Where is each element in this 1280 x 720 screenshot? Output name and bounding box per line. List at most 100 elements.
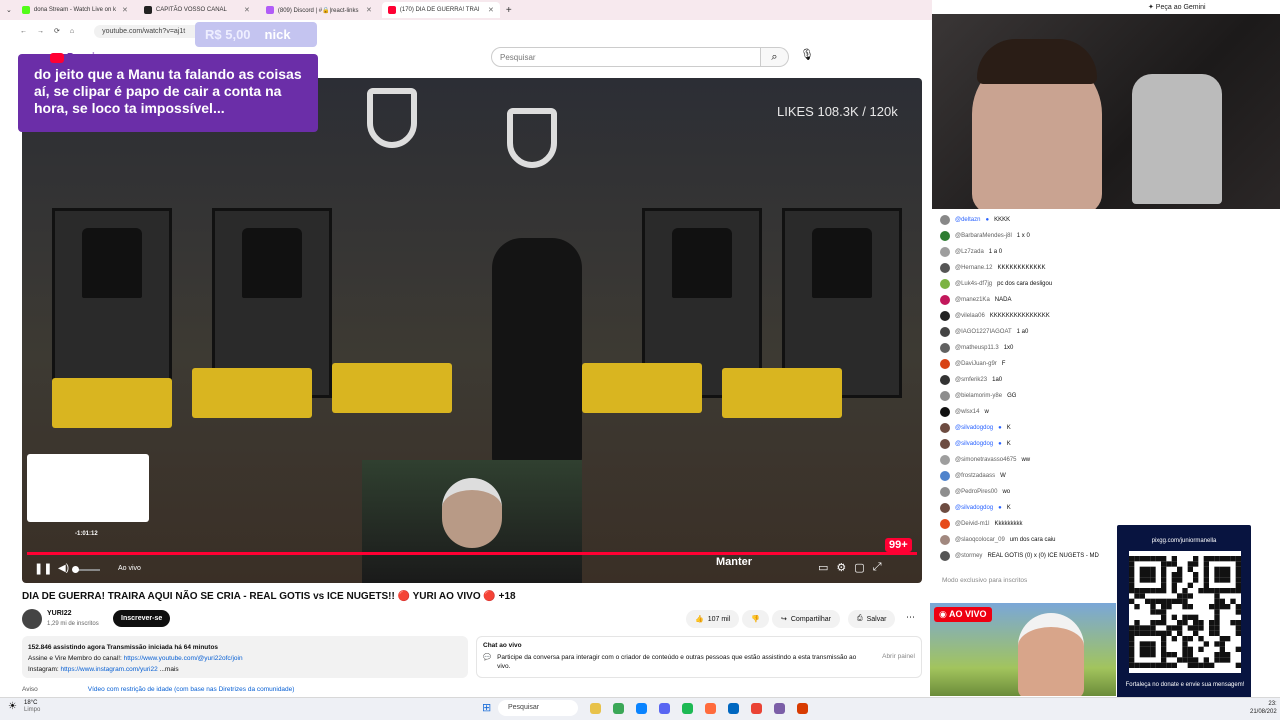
chat-avatar[interactable] [940, 263, 950, 273]
taskbar-search[interactable]: Pesquisar [498, 700, 578, 716]
chat-author[interactable]: @simonetravasso4675 [955, 457, 1016, 463]
taskbar-app-icon[interactable] [659, 703, 670, 714]
taskbar-app-icon[interactable] [636, 703, 647, 714]
chat-author[interactable]: @stormey [955, 553, 982, 559]
chat-author[interactable]: @vilelaa06 [955, 313, 985, 319]
chat-avatar[interactable] [940, 311, 950, 321]
chat-author[interactable]: @frostzadaass [955, 473, 995, 479]
chat-avatar[interactable] [940, 439, 950, 449]
youtube-logo[interactable]: Premium [50, 52, 110, 63]
close-tab-icon[interactable]: ✕ [488, 6, 494, 14]
browser-tab[interactable]: (170) DIA DE GUERRA! TRAI ✕ [381, 2, 500, 18]
chat-avatar[interactable] [940, 519, 950, 529]
chat-avatar[interactable] [940, 455, 950, 465]
chat-author[interactable]: @Deivid-m1l [955, 521, 989, 527]
chat-author[interactable]: @silvadogdog [955, 425, 993, 431]
search-input[interactable]: Pesquisar [491, 47, 761, 67]
microphone-icon[interactable]: 🎙 [800, 48, 814, 61]
taskbar-app-icon[interactable] [705, 703, 716, 714]
close-tab-icon[interactable]: ✕ [366, 6, 372, 14]
chat-author[interactable]: @bielamorim-y8e [955, 393, 1002, 399]
channel-avatar[interactable] [22, 609, 42, 629]
browser-tab[interactable]: (809) Discord | #🔒|react-links ✕ [260, 2, 378, 18]
back-icon[interactable]: ← [20, 28, 27, 35]
share-button[interactable]: ↪ Compartilhar [772, 610, 840, 628]
chat-author[interactable]: @BarbaraMendes-j8l [955, 233, 1012, 239]
chat-avatar[interactable] [940, 487, 950, 497]
chat-avatar[interactable] [940, 423, 950, 433]
instagram-link[interactable]: https://www.instagram.com/yuri22 [61, 666, 158, 673]
volume-knob[interactable] [72, 566, 79, 573]
chat-avatar[interactable] [940, 327, 950, 337]
chat-author[interactable]: @wlsx14 [955, 409, 979, 415]
taskbar-app-icon[interactable] [751, 703, 762, 714]
open-panel-button[interactable]: Abrir painel [882, 653, 915, 671]
chat-author[interactable]: @silvadogdog [955, 441, 993, 447]
chat-avatar[interactable] [940, 295, 950, 305]
chat-author[interactable]: @IAGO1227IAGOAT [955, 329, 1012, 335]
home-icon[interactable]: ⌂ [70, 28, 74, 35]
weather-widget[interactable]: 18°C Limpo [24, 700, 40, 714]
chat-avatar[interactable] [940, 247, 950, 257]
chat-avatar[interactable] [940, 359, 950, 369]
video-player[interactable]: LIKES 108.3K / 120k -1:01:12 99+ ❚❚ ◀) A… [22, 78, 922, 583]
channel-name[interactable]: YURI22 [47, 610, 72, 617]
chat-avatar[interactable] [940, 407, 950, 417]
chat-avatar[interactable] [940, 231, 950, 241]
search-button[interactable]: ⌕ [761, 47, 789, 67]
taskbar-app-icon[interactable] [728, 703, 739, 714]
chat-avatar[interactable] [940, 551, 950, 561]
browser-tab[interactable]: dona Stream - Watch Live on k ✕ [16, 2, 134, 18]
chat-author[interactable]: @DaviJuan-g9r [955, 361, 997, 367]
close-tab-icon[interactable]: ✕ [122, 6, 128, 14]
save-button[interactable]: ⎙ Salvar [848, 610, 896, 628]
volume-icon[interactable]: ◀) [58, 563, 69, 574]
live-indicator[interactable]: Ao vivo [118, 565, 141, 572]
pause-icon[interactable]: ❚❚ [34, 562, 52, 575]
description-box[interactable]: 152.846 assistindo agora Transmissão ini… [22, 636, 468, 678]
weather-icon[interactable]: ☀ [8, 701, 17, 712]
chat-author[interactable]: @smferik23 [955, 377, 987, 383]
gemini-button[interactable]: ✦ Peça ao Gemini [1148, 3, 1206, 11]
restriction-link[interactable]: Vídeo com restrição de idade (com base n… [88, 686, 295, 693]
progress-bar[interactable] [27, 552, 917, 555]
chat-avatar[interactable] [940, 279, 950, 289]
chat-author[interactable]: @PedroPires00 [955, 489, 997, 495]
chat-author[interactable]: @Luk4s-df7jg [955, 281, 992, 287]
chat-avatar[interactable] [940, 215, 950, 225]
theater-icon[interactable]: ▢ [854, 561, 864, 574]
chat-author[interactable]: @slaoqcolocar_09 [955, 537, 1005, 543]
like-button[interactable]: 👍 107 mil [686, 610, 740, 628]
taskbar-app-icon[interactable] [774, 703, 785, 714]
settings-icon[interactable]: ⚙ [836, 561, 846, 574]
reload-icon[interactable]: ⟳ [54, 27, 60, 35]
more-actions-icon[interactable]: ⋯ [906, 612, 915, 623]
taskbar-app-icon[interactable] [797, 703, 808, 714]
taskbar-app-icon[interactable] [682, 703, 693, 714]
subscribe-button[interactable]: Inscrever-se [113, 610, 171, 627]
taskbar-app-icon[interactable] [590, 703, 601, 714]
chat-avatar[interactable] [940, 535, 950, 545]
close-tab-icon[interactable]: ✕ [244, 6, 250, 14]
windows-start-icon[interactable]: ⊞ [482, 701, 491, 714]
chat-author[interactable]: @silvadogdog [955, 505, 993, 511]
chat-avatar[interactable] [940, 375, 950, 385]
new-tab-button[interactable]: + [506, 5, 512, 16]
chat-avatar[interactable] [940, 391, 950, 401]
chat-author[interactable]: @matheusp11.3 [955, 345, 999, 351]
chat-author[interactable]: @manez1Ka [955, 297, 990, 303]
browser-tab[interactable]: CAPITÃO VOSSO CANAL ✕ [138, 2, 256, 18]
chat-avatar[interactable] [940, 343, 950, 353]
more-link[interactable]: ...mais [160, 666, 179, 673]
forward-icon[interactable]: → [37, 28, 44, 35]
chat-author[interactable]: @Lz7zada [955, 249, 984, 255]
dislike-button[interactable]: 👎 [742, 610, 769, 628]
subtitles-icon[interactable]: ▭ [818, 561, 828, 574]
join-link[interactable]: https://www.youtube.com/@yuri22ofc/join [124, 655, 243, 662]
taskbar-app-icon[interactable] [613, 703, 624, 714]
fullscreen-icon[interactable]: ⤢ [873, 561, 882, 574]
chat-avatar[interactable] [940, 471, 950, 481]
system-clock[interactable]: 23: 21/08/202 [1250, 700, 1277, 716]
chat-author[interactable]: @Hernane.12 [955, 265, 992, 271]
chat-author[interactable]: @deltazn [955, 217, 980, 223]
